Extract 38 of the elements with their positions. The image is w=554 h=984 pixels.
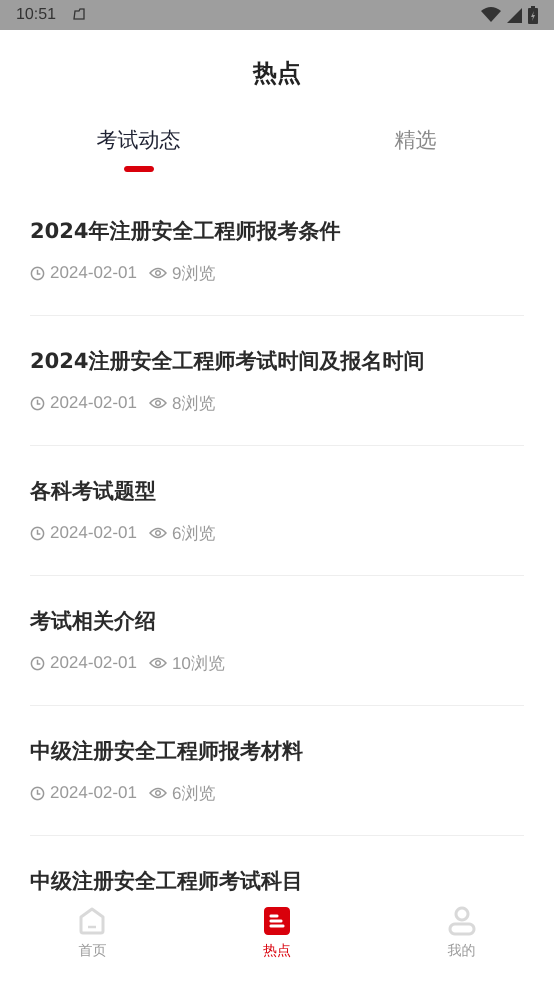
clock-icon: [30, 786, 45, 800]
eye-icon: [148, 527, 167, 539]
article-date: 2024-02-01: [50, 653, 137, 673]
nav-tab[interactable]: 热点: [184, 900, 370, 984]
view-count: 8浏览: [172, 392, 216, 414]
wifi-icon: [481, 7, 501, 23]
clock-icon: [30, 266, 45, 280]
view-count: 6浏览: [172, 782, 216, 804]
signal-icon: [507, 8, 522, 22]
article-date: 2024-02-01: [50, 523, 137, 543]
home-icon: [78, 906, 106, 936]
article-date: 2024-02-01: [50, 783, 137, 803]
eye-icon: [148, 787, 167, 799]
page-title: 热点: [253, 58, 301, 89]
view-count: 6浏览: [172, 522, 216, 544]
eye-icon: [148, 657, 167, 669]
tab[interactable]: 精选: [394, 126, 436, 186]
article-title[interactable]: 各科考试题型: [30, 478, 524, 504]
eye-icon: [148, 397, 167, 409]
article-date: 2024-02-01: [50, 263, 137, 283]
article-title[interactable]: 考试相关介绍: [30, 608, 524, 634]
article-date: 2024-02-01: [50, 393, 137, 413]
person-icon: [448, 906, 476, 936]
article-title[interactable]: 中级注册安全工程师考试科目: [30, 868, 524, 894]
list-icon: [263, 906, 291, 936]
storage-icon: [72, 8, 86, 22]
eye-icon: [148, 267, 167, 279]
article-title[interactable]: 2024年注册安全工程师报考条件: [30, 218, 524, 244]
clock-icon: [30, 656, 45, 670]
clock-icon: [30, 526, 45, 540]
battery-icon: [528, 6, 538, 24]
view-count: 10浏览: [172, 652, 225, 674]
tab[interactable]: 考试动态: [96, 126, 180, 186]
clock-icon: [30, 396, 45, 410]
status-time: 10:51: [16, 6, 56, 24]
article-title[interactable]: 2024注册安全工程师考试时间及报名时间: [30, 348, 524, 374]
article-title[interactable]: 中级注册安全工程师报考材料: [30, 738, 524, 764]
view-count: 9浏览: [172, 262, 216, 284]
